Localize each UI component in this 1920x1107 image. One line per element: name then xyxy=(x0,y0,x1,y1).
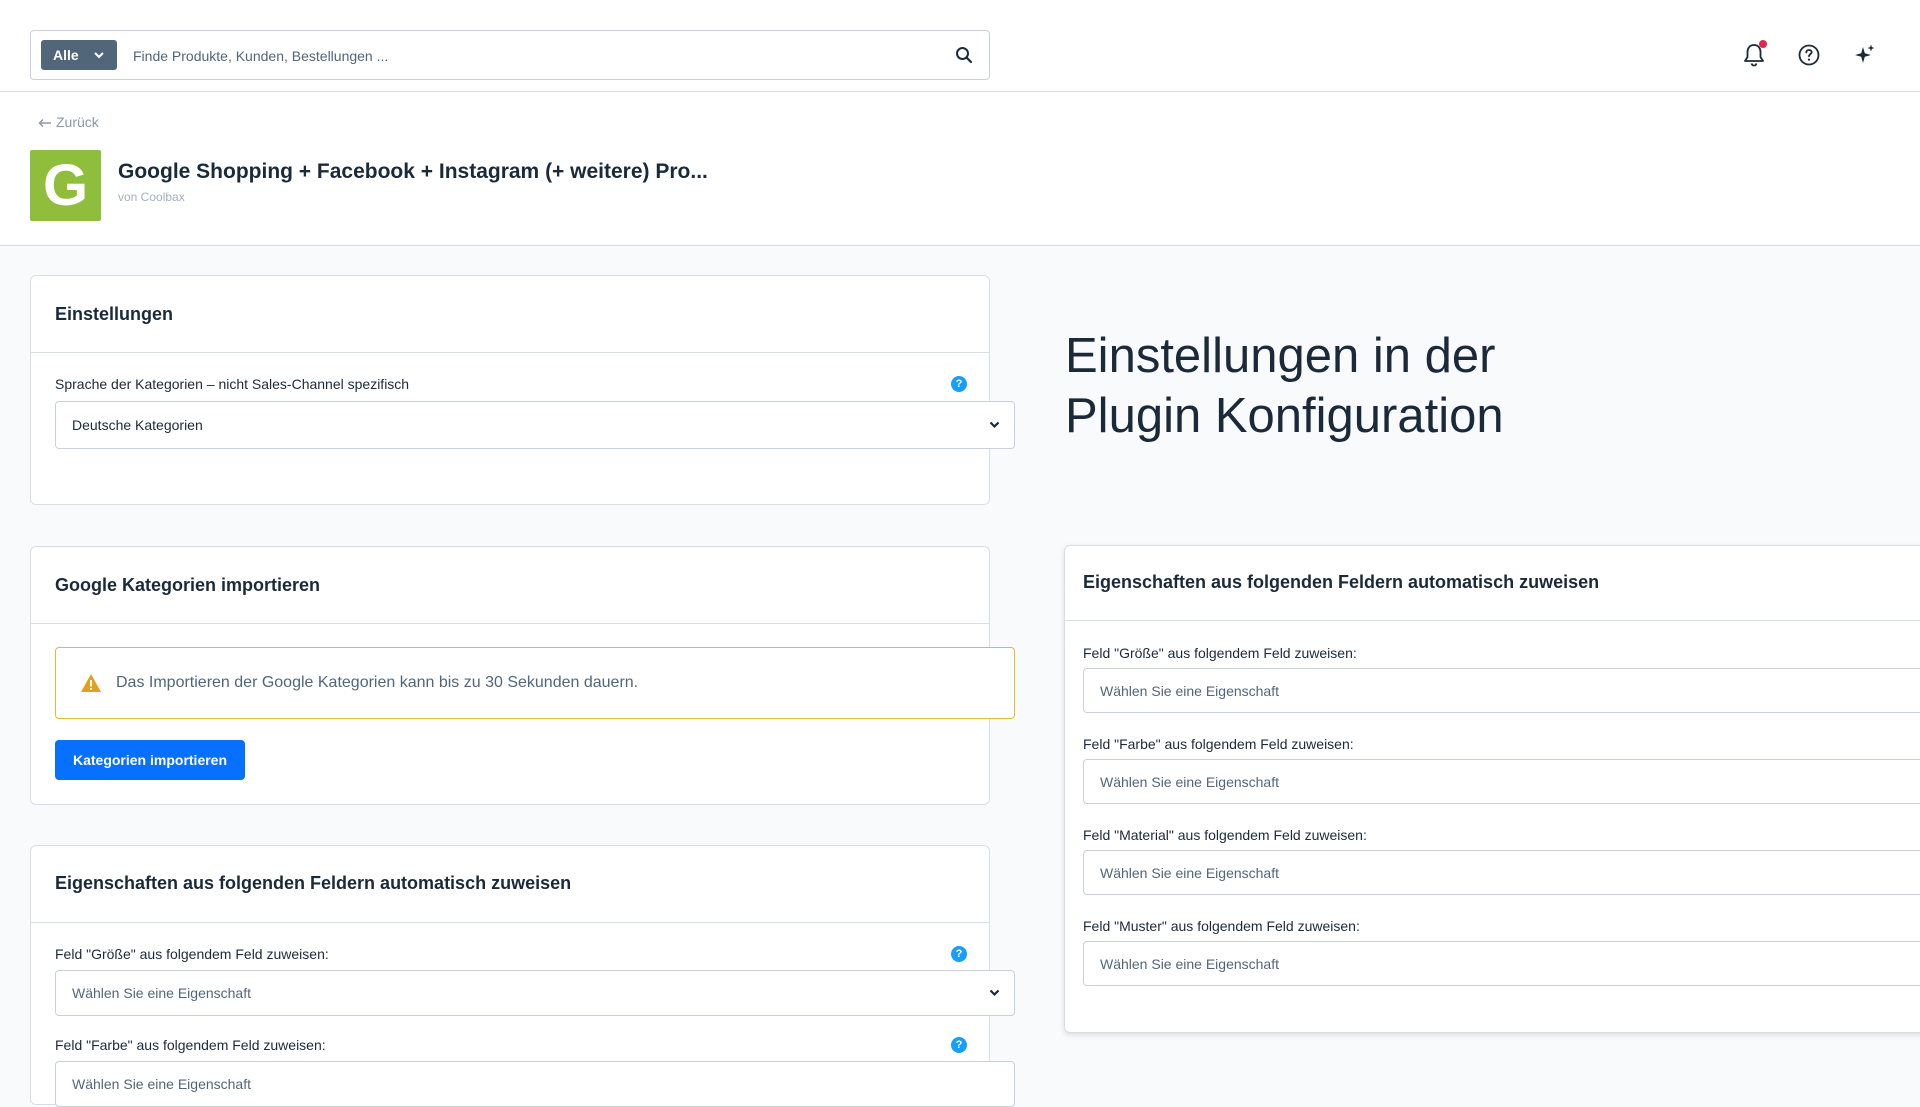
zoomed-properties-card: Eigenschaften aus folgenden Feldern auto… xyxy=(1064,545,1920,1033)
app-header: Zurück G Google Shopping + Facebook + In… xyxy=(0,92,1920,246)
zoom-size-field-select[interactable]: Wählen Sie eine Eigenschaft xyxy=(1083,668,1920,713)
category-language-select[interactable]: Deutsche Kategorien xyxy=(55,401,1015,449)
zoom-material-field-placeholder: Wählen Sie eine Eigenschaft xyxy=(1100,865,1279,881)
feature-headline: Einstellungen in der Plugin Konfiguratio… xyxy=(1065,326,1504,446)
chevron-down-icon xyxy=(989,989,1000,997)
notification-badge xyxy=(1759,40,1767,48)
import-warning-text: Das Importieren der Google Kategorien ka… xyxy=(116,674,639,691)
chevron-down-icon xyxy=(94,52,104,59)
import-categories-card: Google Kategorien importieren Das Import… xyxy=(30,546,1015,805)
global-search: Alle xyxy=(30,30,990,80)
color-field-select[interactable]: Wählen Sie eine Eigenschaft xyxy=(55,1061,1015,1107)
zoom-material-field-label: Feld "Material" aus folgendem Feld zuwei… xyxy=(1083,827,1367,843)
zoom-pattern-field-placeholder: Wählen Sie eine Eigenschaft xyxy=(1100,956,1279,972)
zoom-color-field-placeholder: Wählen Sie eine Eigenschaft xyxy=(1100,774,1279,790)
top-bar: Alle xyxy=(0,0,1920,92)
search-scope-dropdown[interactable]: Alle xyxy=(41,40,117,70)
zoom-size-field-placeholder: Wählen Sie eine Eigenschaft xyxy=(1100,683,1279,699)
arrow-left-icon xyxy=(38,118,51,128)
import-categories-button[interactable]: Kategorien importieren xyxy=(55,740,245,780)
app-vendor: von Coolbax xyxy=(118,190,185,204)
category-language-value: Deutsche Kategorien xyxy=(72,417,203,433)
card-divider xyxy=(31,352,989,353)
chevron-down-icon xyxy=(989,421,1000,429)
app-logo: G xyxy=(30,150,101,221)
zoomed-card-title: Eigenschaften aus folgenden Feldern auto… xyxy=(1083,572,1600,592)
warning-icon xyxy=(81,674,101,692)
size-field-placeholder: Wählen Sie eine Eigenschaft xyxy=(72,985,251,1001)
zoom-pattern-field-label: Feld "Muster" aus folgendem Feld zuweise… xyxy=(1083,918,1360,934)
back-link[interactable]: Zurück xyxy=(38,114,99,130)
headline-line-2: Plugin Konfiguration xyxy=(1065,389,1504,443)
help-icon[interactable]: ? xyxy=(951,946,967,962)
color-field-label: Feld "Farbe" aus folgendem Feld zuweisen… xyxy=(55,1037,326,1053)
size-field-select[interactable]: Wählen Sie eine Eigenschaft xyxy=(55,970,1015,1016)
back-label: Zurück xyxy=(56,114,99,130)
settings-card-title: Einstellungen xyxy=(55,304,174,324)
color-field-placeholder: Wählen Sie eine Eigenschaft xyxy=(72,1076,251,1092)
category-language-label: Sprache der Kategorien – nicht Sales-Cha… xyxy=(55,376,410,392)
card-divider xyxy=(31,623,989,624)
headline-line-1: Einstellungen in der xyxy=(1065,329,1496,383)
card-divider xyxy=(31,922,989,923)
zoom-size-field-label: Feld "Größe" aus folgendem Feld zuweisen… xyxy=(1083,645,1357,661)
zoom-color-field-select[interactable]: Wählen Sie eine Eigenschaft xyxy=(1083,759,1920,804)
zoom-color-field-label: Feld "Farbe" aus folgendem Feld zuweisen… xyxy=(1083,736,1354,752)
import-warning-alert: Das Importieren der Google Kategorien ka… xyxy=(55,647,1015,719)
zoom-material-field-select[interactable]: Wählen Sie eine Eigenschaft xyxy=(1083,850,1920,895)
zoom-pattern-field-select[interactable]: Wählen Sie eine Eigenschaft xyxy=(1083,941,1920,986)
search-scope-label: Alle xyxy=(53,47,79,63)
settings-card: Einstellungen Sprache der Kategorien – n… xyxy=(30,275,1015,505)
help-circle-icon[interactable] xyxy=(1797,43,1821,67)
search-input[interactable] xyxy=(131,37,935,75)
auto-assign-properties-card: Eigenschaften aus folgenden Feldern auto… xyxy=(30,845,1015,1107)
properties-card-title: Eigenschaften aus folgenden Feldern auto… xyxy=(55,873,572,893)
sparkle-icon[interactable] xyxy=(1853,43,1877,67)
help-icon[interactable]: ? xyxy=(951,1037,967,1053)
app-title: Google Shopping + Facebook + Instagram (… xyxy=(118,160,708,183)
help-icon[interactable]: ? xyxy=(951,376,967,392)
card-divider xyxy=(1065,620,1920,621)
size-field-label: Feld "Größe" aus folgendem Feld zuweisen… xyxy=(55,946,329,962)
import-card-title: Google Kategorien importieren xyxy=(55,575,321,595)
search-icon[interactable] xyxy=(955,46,973,64)
